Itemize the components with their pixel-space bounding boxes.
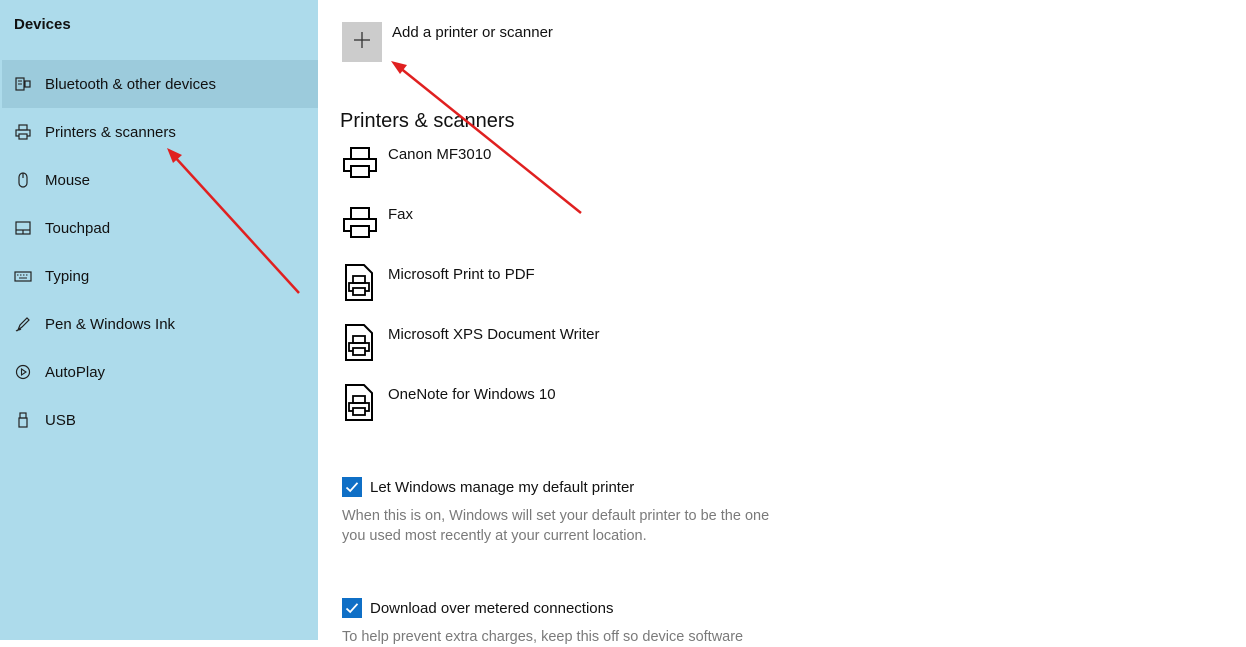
document-printer-icon bbox=[342, 263, 378, 303]
device-item-print-to-pdf[interactable]: Microsoft Print to PDF bbox=[342, 263, 642, 309]
checkmark-icon bbox=[345, 482, 359, 493]
sidebar-item-printers[interactable]: Printers & scanners bbox=[2, 108, 318, 156]
device-name: OneNote for Windows 10 bbox=[388, 386, 556, 403]
printer-icon bbox=[14, 123, 32, 141]
device-name: Microsoft Print to PDF bbox=[388, 266, 535, 283]
sidebar-item-touchpad[interactable]: Touchpad bbox=[2, 204, 318, 252]
sidebar-item-label: Printers & scanners bbox=[45, 123, 176, 141]
device-item-fax[interactable]: Fax bbox=[342, 203, 642, 249]
metered-download-description: To help prevent extra charges, keep this… bbox=[342, 627, 812, 647]
default-printer-checkbox[interactable] bbox=[342, 477, 362, 497]
arrow-to-add-printer bbox=[391, 61, 582, 214]
sidebar: Devices Bluetooth & other devices Printe… bbox=[0, 0, 318, 640]
sidebar-item-label: AutoPlay bbox=[45, 363, 106, 381]
sidebar-item-label: Typing bbox=[45, 267, 90, 285]
checkmark-icon bbox=[345, 603, 359, 614]
document-printer-icon bbox=[342, 323, 378, 363]
autoplay-icon bbox=[14, 363, 32, 381]
default-printer-option[interactable]: Let Windows manage my default printer bbox=[342, 476, 634, 498]
sidebar-title: Devices bbox=[14, 16, 71, 33]
sidebar-item-label: Pen & Windows Ink bbox=[45, 315, 176, 333]
usb-icon bbox=[14, 411, 32, 429]
document-printer-icon bbox=[342, 383, 378, 423]
sidebar-item-label: Touchpad bbox=[45, 219, 111, 237]
sidebar-item-bluetooth[interactable]: Bluetooth & other devices bbox=[2, 60, 318, 108]
metered-download-label: Download over metered connections bbox=[370, 599, 614, 617]
metered-download-checkbox[interactable] bbox=[342, 598, 362, 618]
description-line: you used most recently at your current l… bbox=[342, 528, 647, 544]
metered-download-option[interactable]: Download over metered connections bbox=[342, 597, 613, 619]
sidebar-item-usb[interactable]: USB bbox=[2, 396, 318, 444]
add-printer-button[interactable] bbox=[342, 22, 382, 62]
touchpad-icon bbox=[14, 219, 32, 237]
pen-icon bbox=[14, 315, 32, 333]
default-printer-label: Let Windows manage my default printer bbox=[370, 478, 635, 496]
printer-icon bbox=[342, 143, 378, 183]
sidebar-item-pen[interactable]: Pen & Windows Ink bbox=[2, 300, 318, 348]
bluetooth-devices-icon bbox=[14, 75, 32, 93]
sidebar-item-mouse[interactable]: Mouse bbox=[2, 156, 318, 204]
description-line: To help prevent extra charges, keep this… bbox=[342, 629, 744, 645]
section-title: Printers & scanners bbox=[340, 110, 515, 132]
sidebar-item-label: USB bbox=[45, 411, 76, 429]
sidebar-item-label: Bluetooth & other devices bbox=[45, 75, 216, 93]
printer-icon bbox=[342, 203, 378, 243]
device-item-xps-writer[interactable]: Microsoft XPS Document Writer bbox=[342, 323, 642, 369]
device-name: Fax bbox=[388, 206, 414, 223]
description-line: When this is on, Windows will set your d… bbox=[342, 508, 770, 524]
sidebar-item-typing[interactable]: Typing bbox=[2, 252, 318, 300]
device-name: Canon MF3010 bbox=[388, 146, 492, 163]
device-item-onenote[interactable]: OneNote for Windows 10 bbox=[342, 383, 642, 429]
device-name: Microsoft XPS Document Writer bbox=[388, 326, 600, 343]
default-printer-description: When this is on, Windows will set your d… bbox=[342, 506, 812, 546]
plus-icon bbox=[353, 31, 371, 54]
device-item-canon[interactable]: Canon MF3010 bbox=[342, 143, 642, 189]
keyboard-icon bbox=[14, 267, 32, 285]
mouse-icon bbox=[14, 171, 32, 189]
sidebar-item-label: Mouse bbox=[45, 171, 91, 189]
add-printer-link[interactable]: Add a printer or scanner bbox=[392, 24, 553, 41]
sidebar-item-autoplay[interactable]: AutoPlay bbox=[2, 348, 318, 396]
